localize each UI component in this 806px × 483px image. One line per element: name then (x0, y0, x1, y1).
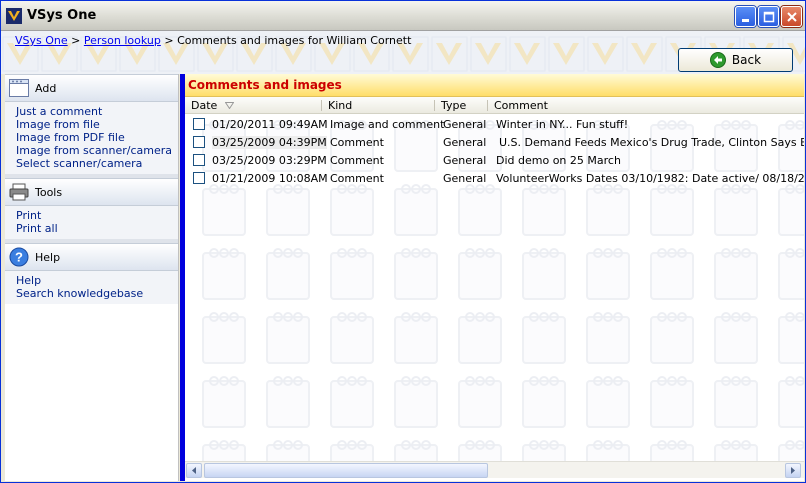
sidebar-item-image-from-scanner[interactable]: Image from scanner/camera (16, 144, 178, 157)
sidebar-item-just-a-comment[interactable]: Just a comment (16, 105, 178, 118)
breadcrumb-separator: > (67, 34, 84, 47)
row-date: 03/25/2009 03:29PM (212, 154, 327, 167)
back-button-label: Back (731, 53, 762, 67)
close-icon (787, 12, 797, 22)
breadcrumb: VSys One > Person lookup > Comments and … (15, 34, 411, 47)
app-window: VSys One VSys One > Person lookup > Comm… (0, 0, 806, 483)
breadcrumb-home-link[interactable]: VSys One (15, 34, 68, 47)
breadcrumb-person-lookup-link[interactable]: Person lookup (84, 34, 161, 47)
main-panel: Comments and images Date Kind Type Comme… (180, 74, 804, 481)
sidebar-section-tools-label: Tools (35, 185, 63, 199)
minimize-button[interactable] (735, 6, 756, 27)
table-row[interactable]: 03/25/2009 04:39PM Comment General U.S. … (185, 133, 804, 151)
row-kind: Image and comment (330, 118, 445, 131)
table-row[interactable]: 01/20/2011 09:49AM Image and comment Gen… (185, 115, 804, 133)
sidebar-item-search-knowledgebase[interactable]: Search knowledgebase (16, 287, 178, 300)
svg-text:?: ? (15, 250, 23, 265)
row-kind: Comment (330, 172, 384, 185)
arrow-right-icon (791, 467, 795, 474)
comments-grid[interactable]: Date Kind Type Comment 01/20/2011 09:49A… (185, 97, 804, 461)
sort-descending-icon (225, 102, 234, 109)
row-checkbox[interactable] (193, 136, 205, 148)
help-icon: ? (9, 247, 29, 267)
sidebar-item-select-scanner[interactable]: Select scanner/camera (16, 157, 178, 170)
row-kind: Comment (330, 154, 384, 167)
row-comment: Winter in NY... Fun stuff! (496, 118, 629, 131)
sidebar-section-tools[interactable]: Tools (5, 178, 178, 206)
page-title: Comments and images (188, 78, 342, 92)
sidebar-item-help[interactable]: Help (16, 274, 178, 287)
column-header-kind[interactable]: Kind (328, 99, 352, 112)
sidebar: Add Just a comment Image from file Image… (5, 74, 179, 481)
sidebar-item-image-from-pdf[interactable]: Image from PDF file (16, 131, 178, 144)
title-bar[interactable]: VSys One (1, 1, 805, 31)
row-type: General (443, 136, 487, 149)
scroll-right-button[interactable] (785, 463, 801, 478)
scroll-left-button[interactable] (186, 463, 202, 478)
window-title: VSys One (27, 8, 97, 23)
scrollbar-thumb[interactable] (204, 463, 488, 478)
row-checkbox[interactable] (193, 172, 205, 184)
maximize-icon (763, 11, 775, 23)
row-date: 01/21/2009 10:08AM (212, 172, 328, 185)
sidebar-section-help-label: Help (35, 250, 61, 264)
close-button[interactable] (781, 6, 802, 27)
sidebar-section-help[interactable]: ? Help (5, 243, 178, 271)
arrow-left-icon (192, 467, 196, 474)
table-row[interactable]: 03/25/2009 03:29PM Comment General Did d… (185, 151, 804, 169)
column-header-type[interactable]: Type (441, 99, 466, 112)
back-button[interactable]: Back (678, 48, 793, 72)
row-type: General (443, 154, 487, 167)
row-comment: VolunteerWorks Dates 03/10/1982: Date ac… (496, 172, 804, 185)
sidebar-item-print-all[interactable]: Print all (16, 222, 178, 235)
column-header-comment[interactable]: Comment (494, 99, 548, 112)
maximize-button[interactable] (758, 6, 779, 27)
breadcrumb-bar: VSys One > Person lookup > Comments and … (1, 31, 805, 74)
row-kind: Comment (330, 136, 384, 149)
row-checkbox[interactable] (193, 154, 205, 166)
sidebar-item-image-from-file[interactable]: Image from file (16, 118, 178, 131)
printer-icon (9, 183, 29, 201)
column-header-date[interactable]: Date (191, 99, 217, 112)
sidebar-item-print[interactable]: Print (16, 209, 178, 222)
row-date: 03/25/2009 04:39PM (212, 136, 327, 149)
back-arrow-icon (709, 52, 726, 68)
breadcrumb-separator: > (160, 34, 178, 47)
minimize-icon (742, 19, 749, 22)
app-logo-icon (6, 8, 22, 24)
row-checkbox[interactable] (193, 118, 205, 130)
row-type: General (443, 118, 487, 131)
table-row[interactable]: 01/21/2009 10:08AM Comment General Volun… (185, 169, 804, 187)
main-header: Comments and images (185, 74, 804, 97)
horizontal-scrollbar[interactable] (185, 461, 804, 478)
sidebar-section-add-label: Add (35, 81, 57, 95)
column-header-row: Date Kind Type Comment (185, 97, 804, 114)
row-comment: Did demo on 25 March (496, 154, 621, 167)
sidebar-section-add[interactable]: Add (5, 74, 178, 102)
add-comment-icon (9, 79, 29, 97)
row-date: 01/20/2011 09:49AM (212, 118, 328, 131)
row-type: General (443, 172, 487, 185)
row-comment: U.S. Demand Feeds Mexico's Drug Trade, C… (499, 136, 804, 149)
breadcrumb-current: Comments and images for William Cornett (177, 34, 412, 47)
